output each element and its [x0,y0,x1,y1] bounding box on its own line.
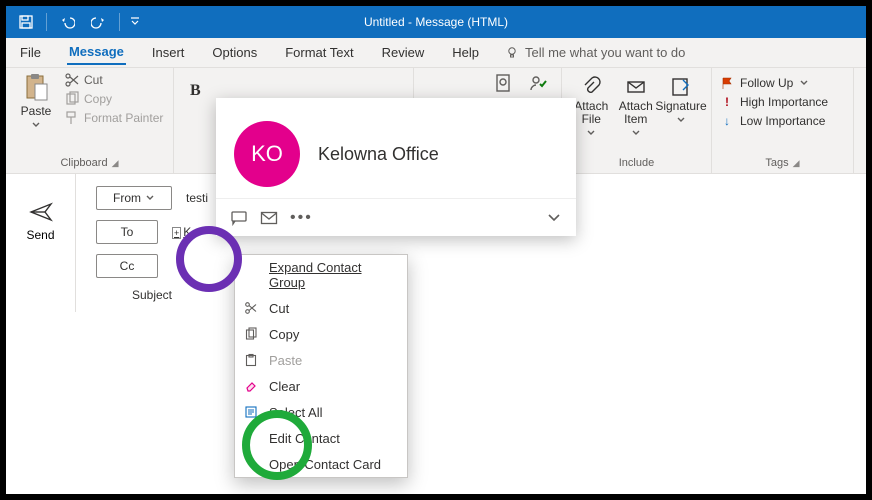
tab-message[interactable]: Message [67,40,126,65]
chevron-down-icon[interactable] [546,212,562,224]
to-label: To [121,225,134,239]
context-menu: Expand Contact Group Cut Copy Paste Clea… [234,254,408,478]
high-importance-label: High Importance [740,95,828,109]
chevron-down-icon [145,193,155,203]
low-importance-label: Low Importance [740,114,825,128]
follow-up-label: Follow Up [740,76,793,90]
chevron-down-icon [586,128,596,138]
attach-item-label: Attach Item [615,100,658,126]
attach-file-label: Attach File [570,100,613,126]
cc-label: Cc [120,259,135,273]
group-clipboard: Paste Cut Copy Format Painter [6,68,174,173]
title-bar: Untitled - Message (HTML) [6,6,866,38]
cut-label: Cut [84,73,103,87]
tab-file[interactable]: File [18,41,43,64]
group-tags: Follow Up ! High Importance ↓ Low Import… [712,68,854,173]
menu-cut[interactable]: Cut [235,295,407,321]
attach-file-button[interactable]: Attach File [570,76,613,138]
ribbon-tabs: File Message Insert Options Format Text … [6,38,866,68]
chevron-down-icon [799,78,809,88]
paperclip-icon [580,76,602,98]
subject-label: Subject [96,288,172,302]
flag-icon [720,76,734,90]
high-importance-button[interactable]: ! High Importance [720,93,828,111]
avatar: KO [234,121,300,187]
scissors-icon [243,300,259,316]
send-label: Send [26,228,54,242]
eraser-icon [243,378,259,394]
tab-insert[interactable]: Insert [150,41,187,64]
paste-label: Paste [21,104,52,118]
follow-up-button[interactable]: Follow Up [720,74,809,92]
qat-customize-icon[interactable] [126,8,144,36]
chat-icon[interactable] [230,210,248,226]
exclamation-icon: ! [720,95,734,109]
dialog-launcher-icon[interactable]: ◢ [112,158,119,169]
format-painter-button[interactable]: Format Painter [64,110,163,126]
check-names-icon[interactable] [527,72,549,94]
signature-button[interactable]: Signature [659,76,703,125]
attach-item-icon [625,76,647,98]
send-button[interactable]: Send [6,174,76,312]
save-icon[interactable] [12,8,40,36]
menu-paste: Paste [235,347,407,373]
dialog-launcher-icon[interactable]: ◢ [793,158,800,169]
email-icon[interactable] [260,211,278,225]
menu-copy[interactable]: Copy [235,321,407,347]
to-recipient-entry[interactable]: +K [172,225,191,239]
contact-card: KO Kelowna Office ••• [216,98,576,236]
tab-options[interactable]: Options [210,41,259,64]
menu-edit-contact[interactable]: Edit Contact [235,425,407,451]
chevron-down-icon [631,128,641,138]
paste-button[interactable]: Paste [14,72,58,130]
include-group-label: Include [619,157,654,169]
copy-icon [243,326,259,342]
chevron-down-icon [676,115,686,125]
to-button[interactable]: To [96,220,158,244]
chevron-down-icon [31,120,41,130]
tell-me-search[interactable]: Tell me what you want to do [505,45,685,60]
group-include: Attach File Attach Item Signature Includ… [562,68,712,173]
from-button[interactable]: From [96,186,172,210]
format-painter-label: Format Painter [84,111,163,125]
lightbulb-icon [505,46,519,60]
tab-format-text[interactable]: Format Text [283,41,355,64]
tab-help[interactable]: Help [450,41,481,64]
paste-icon [243,352,259,368]
menu-open-contact-card[interactable]: Open Contact Card [235,451,407,477]
window-title: Untitled - Message (HTML) [286,15,586,29]
signature-icon [670,76,692,98]
low-importance-button[interactable]: ↓ Low Importance [720,112,825,130]
paste-icon [23,72,49,102]
contact-name: Kelowna Office [318,144,439,165]
menu-clear[interactable]: Clear [235,373,407,399]
undo-icon[interactable] [53,8,81,36]
signature-label: Signature [655,100,706,113]
copy-icon [64,91,80,107]
quick-access-toolbar [6,8,144,36]
attach-item-button[interactable]: Attach Item [615,76,658,138]
format-painter-icon [64,110,80,126]
tags-group-label: Tags [765,157,788,169]
expand-group-plus-icon[interactable]: + [172,227,181,239]
select-all-icon [243,404,259,420]
tab-review[interactable]: Review [380,41,427,64]
copy-button[interactable]: Copy [64,91,163,107]
tell-me-placeholder: Tell me what you want to do [525,45,685,60]
menu-expand-contact-group[interactable]: Expand Contact Group [235,255,407,295]
cc-button[interactable]: Cc [96,254,158,278]
bold-button[interactable]: B [190,82,201,100]
scissors-icon [64,72,80,88]
down-arrow-icon: ↓ [720,114,734,128]
from-value: testi [186,191,208,205]
menu-select-all[interactable]: Select All [235,399,407,425]
address-book-icon[interactable] [491,72,513,94]
more-icon[interactable]: ••• [290,209,313,227]
redo-icon[interactable] [85,8,113,36]
clipboard-group-label: Clipboard [60,157,107,169]
from-label: From [113,191,141,205]
cut-button[interactable]: Cut [64,72,163,88]
send-icon [29,202,53,222]
copy-label: Copy [84,92,112,106]
